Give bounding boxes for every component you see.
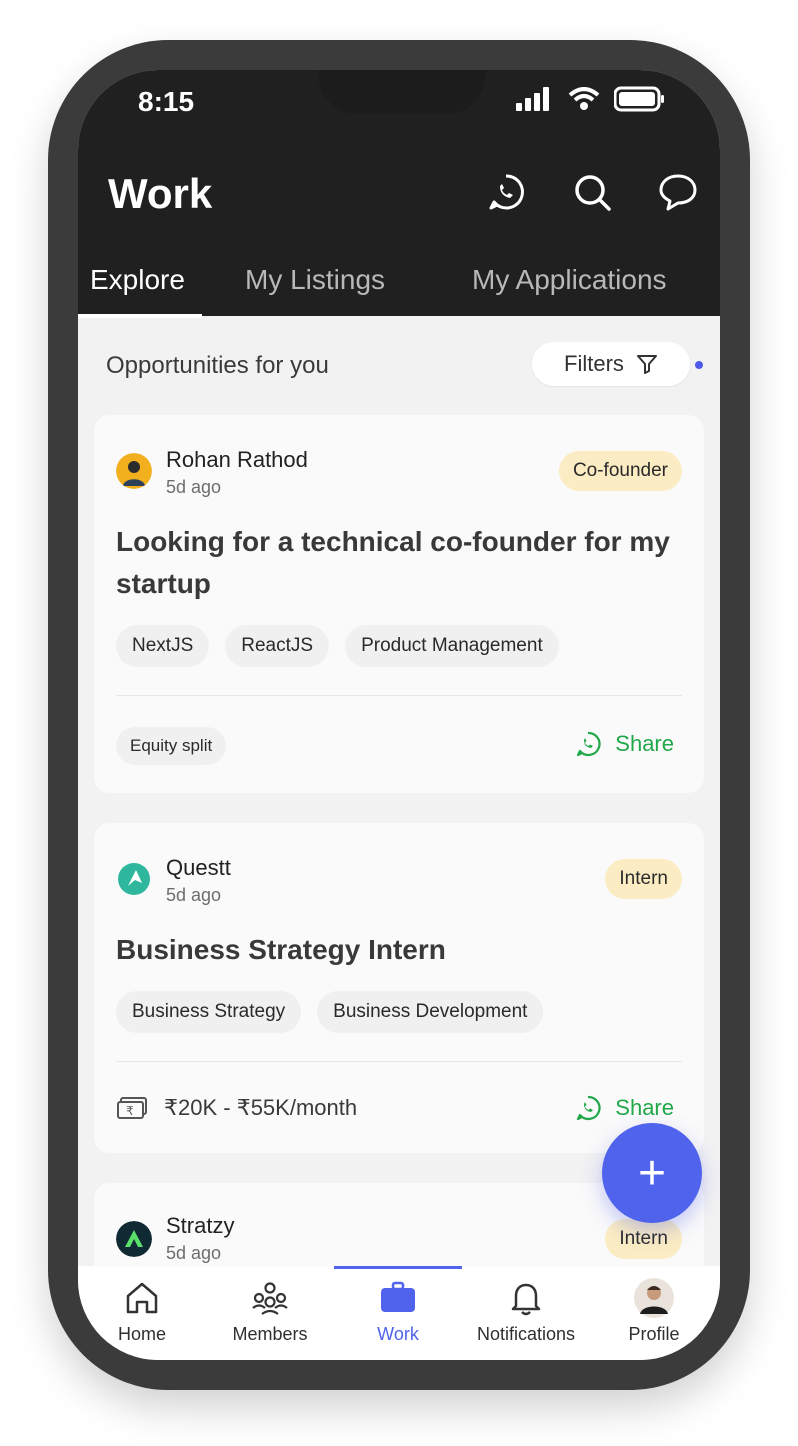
author-avatar [116,453,152,489]
members-icon [252,1282,288,1315]
share-label: Share [615,731,674,756]
skill-chips: Business Strategy Business Development [116,991,544,1033]
opportunity-card[interactable]: Questt 5d ago Intern Business Strategy I… [94,823,704,1153]
nav-label: Work [377,1324,419,1344]
company-logo [118,863,150,895]
profile-avatar [634,1278,674,1318]
tab-my-listings[interactable]: My Listings [245,260,385,316]
nav-label: Members [232,1324,308,1344]
posted-time: 5d ago [166,885,222,905]
posted-time: 5d ago [166,1243,222,1263]
briefcase-icon [381,1281,415,1312]
status-time: 8:15 [138,86,195,117]
notch [318,70,486,114]
skill-chips: NextJS ReactJS Product Management [116,625,559,667]
skill-chip: Business Strategy [116,991,302,1033]
wifi-icon [568,87,600,110]
skill-chip: ReactJS [225,625,330,667]
author-name: Rohan Rathod [166,447,308,472]
status-icons [516,86,666,112]
role-badge: Intern [605,859,682,899]
nav-work[interactable]: Work [334,1278,462,1345]
money-icon: ₹ [117,1097,147,1119]
search-icon[interactable] [572,172,612,212]
signal-icon [516,87,549,111]
skill-chip: Product Management [345,625,559,667]
nav-label: Home [117,1324,166,1344]
filter-active-dot [695,361,703,369]
nav-active-indicator [334,1266,462,1269]
bottom-nav: Home Members Work Notifications Profile [78,1266,720,1360]
create-listing-button[interactable]: + [602,1123,702,1223]
svg-text:₹: ₹ [126,1104,134,1118]
bell-icon [511,1283,541,1316]
battery-icon [614,86,664,112]
salary: ₹ ₹20K - ₹55K/month [116,1095,357,1121]
whatsapp-icon[interactable] [486,172,526,212]
nav-label: Profile [628,1324,680,1344]
filters-label: Filters [564,351,624,376]
page-title: Work [108,170,213,217]
share-button[interactable]: Share [575,731,674,757]
card-divider [116,1061,682,1062]
company-logo [116,1221,152,1257]
tab-explore[interactable]: Explore [90,260,185,316]
posted-time: 5d ago [166,477,222,497]
chat-icon[interactable] [658,172,698,212]
tab-my-applications[interactable]: My Applications [472,260,667,316]
nav-home[interactable]: Home [78,1278,206,1345]
author-name: Stratzy [166,1213,235,1238]
card-divider [116,695,682,696]
section-title: Opportunities for you [106,352,329,379]
nav-notifications[interactable]: Notifications [462,1278,590,1345]
filters-button[interactable]: Filters [532,342,690,386]
filter-icon [636,355,657,374]
whatsapp-icon [577,731,601,757]
job-title: Business Strategy Intern [116,934,446,965]
nav-profile[interactable]: Profile [590,1278,718,1345]
salary-range: ₹20K - ₹55K/month [164,1095,358,1120]
skill-chip: NextJS [116,625,210,667]
nav-label: Notifications [476,1324,576,1344]
role-badge: Co-founder [558,451,682,491]
share-button[interactable]: Share [575,1095,674,1121]
share-label: Share [615,1095,674,1120]
tab-bar: Explore My Listings My Applications [78,260,720,316]
app-screen: 8:15 Work Explore My Listings My Applica… [78,70,720,1360]
compensation-chip: Equity split [116,727,227,765]
nav-members[interactable]: Members [206,1278,334,1345]
skill-chip: Business Development [317,991,544,1033]
role-badge: Intern [605,1219,682,1259]
app-header: 8:15 Work Explore My Listings My Applica… [78,70,720,318]
opportunity-card[interactable]: Rohan Rathod 5d ago Co-founder Looking f… [94,415,704,793]
author-name: Questt [166,855,231,880]
whatsapp-icon [577,1095,601,1121]
feed: Opportunities for you Filters Rohan Rath… [78,316,720,1343]
job-title: Looking for a technical co-founder for m… [116,526,670,599]
home-icon [126,1282,158,1314]
